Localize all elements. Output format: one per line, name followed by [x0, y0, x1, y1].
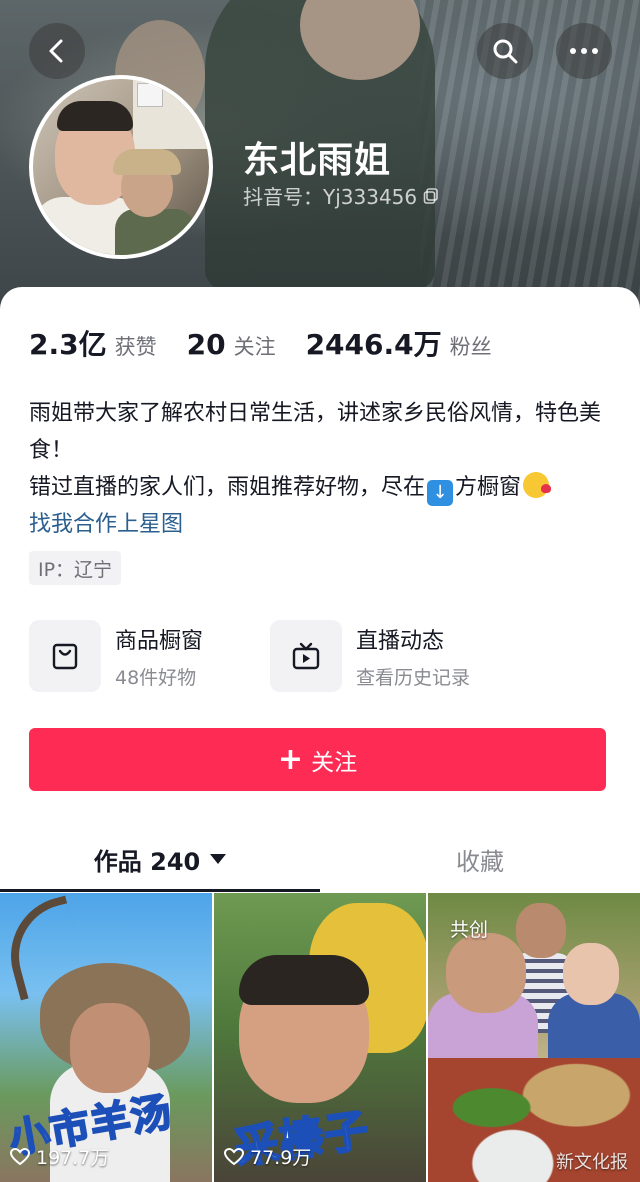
- ip-location-tag: IP：辽宁: [29, 551, 122, 585]
- profile-stats: 2.3亿 获赞 20 关注 2446.4万 粉丝: [29, 323, 522, 363]
- like-count: 197.7万: [36, 1147, 110, 1169]
- follow-button-label: 关注: [311, 749, 358, 776]
- active-tab-indicator: [0, 889, 320, 892]
- down-arrow-emoji-icon: ↓: [427, 480, 454, 506]
- tab-works-label: 作品 240: [93, 847, 201, 876]
- shop-window-entry[interactable]: 商品橱窗 48件好物: [29, 620, 203, 692]
- stat-followers[interactable]: 2446.4万 粉丝: [306, 323, 492, 363]
- stat-label: 获赞: [114, 335, 157, 359]
- video-thumbnail[interactable]: 小市羊汤 197.7万: [0, 893, 212, 1182]
- stat-value: 20: [186, 328, 226, 361]
- tv-icon: [292, 642, 320, 670]
- co-creation-badge: 共创: [450, 919, 489, 941]
- bio-line: 错过直播的家人们，雨姐推荐好物，尽在 ↓ 方橱窗: [29, 469, 619, 506]
- more-button[interactable]: [556, 23, 612, 79]
- stat-following[interactable]: 20 关注: [187, 328, 276, 361]
- feature-subtitle: 48件好物: [115, 666, 197, 689]
- profile-tabs: 作品 240 收藏: [0, 827, 640, 892]
- stat-label: 关注: [233, 335, 276, 359]
- plus-icon: +: [277, 741, 304, 777]
- bio: 雨姐带大家了解农村日常生活，讲述家乡民俗风情，特色美食！ 错过直播的家人们，雨姐…: [29, 395, 619, 543]
- profile-cover: 东北雨姐 抖音号：Yj333456: [0, 0, 640, 320]
- avatar[interactable]: [29, 75, 213, 259]
- douyin-id-text: 抖音号：Yj333456: [243, 185, 418, 209]
- chevron-left-icon: [49, 39, 63, 63]
- tab-favorites-label: 收藏: [456, 847, 504, 876]
- feature-subtitle: 查看历史记录: [356, 666, 471, 689]
- stat-value: 2.3亿: [29, 328, 107, 361]
- bio-text: 方橱窗: [455, 475, 522, 500]
- douyin-id[interactable]: 抖音号：Yj333456: [243, 181, 439, 210]
- nickname: 东北雨姐: [243, 140, 392, 181]
- feature-title: 商品橱窗: [115, 628, 204, 654]
- back-button[interactable]: [29, 23, 85, 79]
- video-likes: 77.9万: [224, 1143, 311, 1170]
- heart-icon: [224, 1147, 244, 1165]
- heart-icon: [10, 1147, 30, 1165]
- search-icon: [493, 39, 518, 64]
- video-thumbnail[interactable]: 共创 新文化报: [428, 893, 640, 1182]
- search-button[interactable]: [477, 23, 533, 79]
- caret-down-icon: [210, 854, 227, 864]
- live-history-entry[interactable]: 直播动态 查看历史记录: [270, 620, 470, 692]
- more-icon: [570, 48, 598, 54]
- feature-icon-box: [270, 620, 342, 692]
- follow-button[interactable]: + 关注: [29, 728, 606, 791]
- stat-likes[interactable]: 2.3亿 获赞: [29, 323, 157, 363]
- bio-line: 雨姐带大家了解农村日常生活，讲述家乡民俗风情，特色美食！: [29, 401, 602, 463]
- stat-label: 粉丝: [449, 335, 492, 359]
- watermark: 新文化报: [556, 1152, 628, 1173]
- profile-card: 2.3亿 获赞 20 关注 2446.4万 粉丝 雨姐带大家了解农村日常生活，讲…: [0, 287, 640, 1182]
- stat-value: 2446.4万: [305, 328, 442, 361]
- tab-favorites[interactable]: 收藏: [320, 827, 640, 891]
- feature-icon-box: [29, 620, 101, 692]
- feature-title: 直播动态: [356, 628, 445, 654]
- video-likes: 197.7万: [10, 1143, 109, 1170]
- kiss-emoji-icon: [523, 472, 552, 498]
- copy-icon[interactable]: [423, 187, 439, 204]
- shopping-bag-icon: [52, 643, 78, 670]
- starmap-link[interactable]: 找我合作上星图: [29, 506, 619, 543]
- tab-works[interactable]: 作品 240: [0, 827, 320, 891]
- like-count: 77.9万: [250, 1147, 312, 1169]
- bio-text: 错过直播的家人们，雨姐推荐好物，尽在: [29, 475, 426, 500]
- video-grid: 小市羊汤 197.7万 采榛子 77.9万 共创 新文化报: [0, 893, 640, 1182]
- video-thumbnail[interactable]: 采榛子 77.9万: [214, 893, 426, 1182]
